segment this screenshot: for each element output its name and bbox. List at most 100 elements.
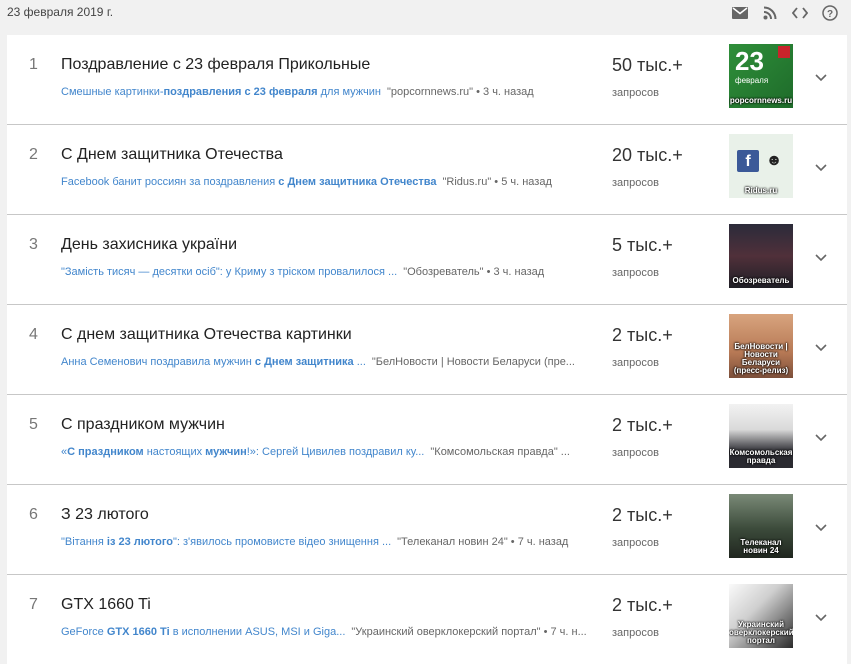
- trend-rank: 2: [29, 146, 38, 163]
- chevron-down-icon[interactable]: [811, 248, 831, 268]
- article-highlight: С праздником: [67, 446, 144, 458]
- thumbnail-caption: Украинский оверклокерский портал: [729, 620, 793, 645]
- embed-code-icon[interactable]: [785, 4, 815, 22]
- article-text: "Замість тисяч — десятки осіб": у Криму …: [61, 266, 398, 278]
- article-text: Смешные картинки-: [61, 86, 164, 98]
- article-highlight: поздравления с 23 февраля: [163, 86, 318, 98]
- facebook-logo-icon: f: [737, 150, 759, 172]
- article-highlight: с Днем защитника: [254, 356, 354, 368]
- trend-article: «С праздником настоящих мужчин!»: Сергей…: [61, 446, 601, 458]
- search-count-label: запросов: [612, 447, 659, 459]
- trend-title[interactable]: С праздником мужчин: [61, 416, 225, 434]
- news-thumbnail[interactable]: Комсомольская правда: [729, 404, 793, 468]
- trend-row[interactable]: 7 GTX 1660 Ti GeForce GTX 1660 Ti в исполн…: [7, 575, 847, 664]
- article-link[interactable]: GeForce GTX 1660 Ti в исполнении ASUS, M…: [61, 626, 345, 638]
- news-thumbnail[interactable]: БелНовости | Новости Беларуси (пресс-рел…: [729, 314, 793, 378]
- search-count-label: запросов: [612, 627, 659, 639]
- article-text: GeForce: [61, 626, 107, 638]
- article-text: Facebook банит россиян за поздравления: [61, 176, 279, 188]
- trend-title[interactable]: С днем защитника Отечества картинки: [61, 326, 352, 344]
- trend-article: Facebook банит россиян за поздравления с…: [61, 176, 601, 188]
- thumbnail-caption: popcornnews.ru: [729, 96, 793, 105]
- news-thumbnail[interactable]: f ☻ Ridus.ru: [729, 134, 793, 198]
- trend-row[interactable]: 6 З 23 лютого "Вітання із 23 лютого": з'яв…: [7, 485, 847, 575]
- article-source: "Украинский оверклокерский портал" • 7 ч…: [351, 626, 587, 638]
- trend-rank: 6: [29, 506, 38, 523]
- trending-searches-list: 1 Поздравление с 23 февраля Прикольные Сме…: [7, 35, 847, 664]
- article-source: "Обозреватель" • 3 ч. назад: [403, 266, 545, 278]
- rss-icon[interactable]: [755, 4, 785, 22]
- trend-article: "Вітання із 23 лютого": з'явилось промов…: [61, 536, 601, 548]
- search-count: 2 тыс.+: [612, 325, 673, 345]
- search-count-label: запросов: [612, 357, 659, 369]
- article-link[interactable]: "Вітання із 23 лютого": з'явилось промов…: [61, 536, 391, 548]
- news-thumbnail[interactable]: 23 февраля popcornnews.ru: [729, 44, 793, 108]
- star-icon: [778, 46, 790, 58]
- trend-title[interactable]: Поздравление с 23 февраля Прикольные: [61, 56, 370, 74]
- search-count-label: запросов: [612, 537, 659, 549]
- article-source: "Телеканал новин 24" • 7 ч. назад: [397, 536, 569, 548]
- search-count: 50 тыс.+: [612, 55, 683, 75]
- chevron-down-icon[interactable]: [811, 338, 831, 358]
- article-text: !»: Сергей Цивилев поздравил ку...: [246, 446, 425, 458]
- thumbnail-caption: Телеканал новин 24: [740, 538, 782, 555]
- search-count: 5 тыс.+: [612, 235, 673, 255]
- news-thumbnail[interactable]: Телеканал новин 24: [729, 494, 793, 558]
- article-link[interactable]: Смешные картинки-поздравления с 23 февра…: [61, 86, 381, 98]
- article-text: Анна Семенович поздравила мужчин: [61, 356, 255, 368]
- search-count: 2 тыс.+: [612, 415, 673, 435]
- search-count: 2 тыс.+: [612, 595, 673, 615]
- trend-rank: 3: [29, 236, 38, 253]
- thumbnail-caption: БелНовости | Новости Беларуси (пресс-рел…: [733, 342, 789, 375]
- date-label: 23 февраля 2019 г.: [7, 5, 114, 19]
- trend-row[interactable]: 5С праздником мужчин «С праздником настоя…: [7, 395, 847, 485]
- article-highlight: GTX 1660 Ti: [106, 626, 170, 638]
- article-text: "Вітання: [61, 536, 107, 548]
- search-count: 20 тыс.+: [612, 145, 683, 165]
- thumbnail-caption: Комсомольская правда: [729, 448, 793, 465]
- help-icon[interactable]: ?: [815, 4, 845, 22]
- article-source: "БелНовости | Новости Беларуси (пре...: [371, 356, 575, 368]
- trend-article: GeForce GTX 1660 Ti в исполнении ASUS, M…: [61, 626, 601, 638]
- chevron-down-icon[interactable]: [811, 518, 831, 538]
- chevron-down-icon[interactable]: [811, 158, 831, 178]
- trend-title[interactable]: З 23 лютого: [61, 506, 149, 524]
- thumbnail-subtext: февраля: [735, 76, 769, 85]
- search-count: 2 тыс.+: [612, 505, 673, 525]
- news-thumbnail[interactable]: Украинский оверклокерский портал: [729, 584, 793, 648]
- trend-row[interactable]: 4 С днем защитника Отечества картинки Анна…: [7, 305, 847, 395]
- trend-rank: 4: [29, 326, 38, 343]
- search-count-label: запросов: [612, 267, 659, 279]
- article-link[interactable]: Facebook банит россиян за поздравления с…: [61, 176, 436, 188]
- top-bar: 23 февраля 2019 г. ?: [0, 0, 851, 26]
- trend-row[interactable]: 3 День захисника україни "Замість тисяч — …: [7, 215, 847, 305]
- article-text: в исполнении ASUS, MSI и Giga...: [169, 626, 346, 638]
- mail-icon[interactable]: [725, 4, 755, 22]
- article-text: настоящих: [143, 446, 206, 458]
- trend-article: Смешные картинки-поздравления с 23 февра…: [61, 86, 601, 98]
- chevron-down-icon[interactable]: [811, 608, 831, 628]
- chevron-down-icon[interactable]: [811, 428, 831, 448]
- trend-row[interactable]: 2 С Днем защитника Отечества Facebook бани…: [7, 125, 847, 215]
- chevron-down-icon[interactable]: [811, 68, 831, 88]
- trend-row[interactable]: 1 Поздравление с 23 февраля Прикольные Сме…: [7, 35, 847, 125]
- trend-title[interactable]: GTX 1660 Ti: [61, 596, 151, 614]
- trend-title[interactable]: С Днем защитника Отечества: [61, 146, 283, 164]
- trend-article: "Замість тисяч — десятки осіб": у Криму …: [61, 266, 601, 278]
- trend-rank: 1: [29, 56, 38, 73]
- people-icon: ☻: [765, 152, 783, 169]
- article-source: "popcornnews.ru" • 3 ч. назад: [386, 86, 534, 98]
- trend-title[interactable]: День захисника україни: [61, 236, 237, 254]
- article-source: "Комсомольская правда" ...: [430, 446, 570, 458]
- search-count-label: запросов: [612, 177, 659, 189]
- article-link[interactable]: "Замість тисяч — десятки осіб": у Криму …: [61, 266, 397, 278]
- thumbnail-caption: Обозреватель: [732, 276, 790, 285]
- search-count-label: запросов: [612, 87, 659, 99]
- trend-article: Анна Семенович поздравила мужчин с Днем …: [61, 356, 601, 368]
- article-highlight: с Днем защитника Отечества: [278, 176, 437, 188]
- trend-rank: 7: [29, 596, 38, 613]
- article-link[interactable]: «С праздником настоящих мужчин!»: Сергей…: [61, 446, 424, 458]
- news-thumbnail[interactable]: Обозреватель: [729, 224, 793, 288]
- toolbar: ?: [725, 4, 845, 22]
- article-link[interactable]: Анна Семенович поздравила мужчин с Днем …: [61, 356, 366, 368]
